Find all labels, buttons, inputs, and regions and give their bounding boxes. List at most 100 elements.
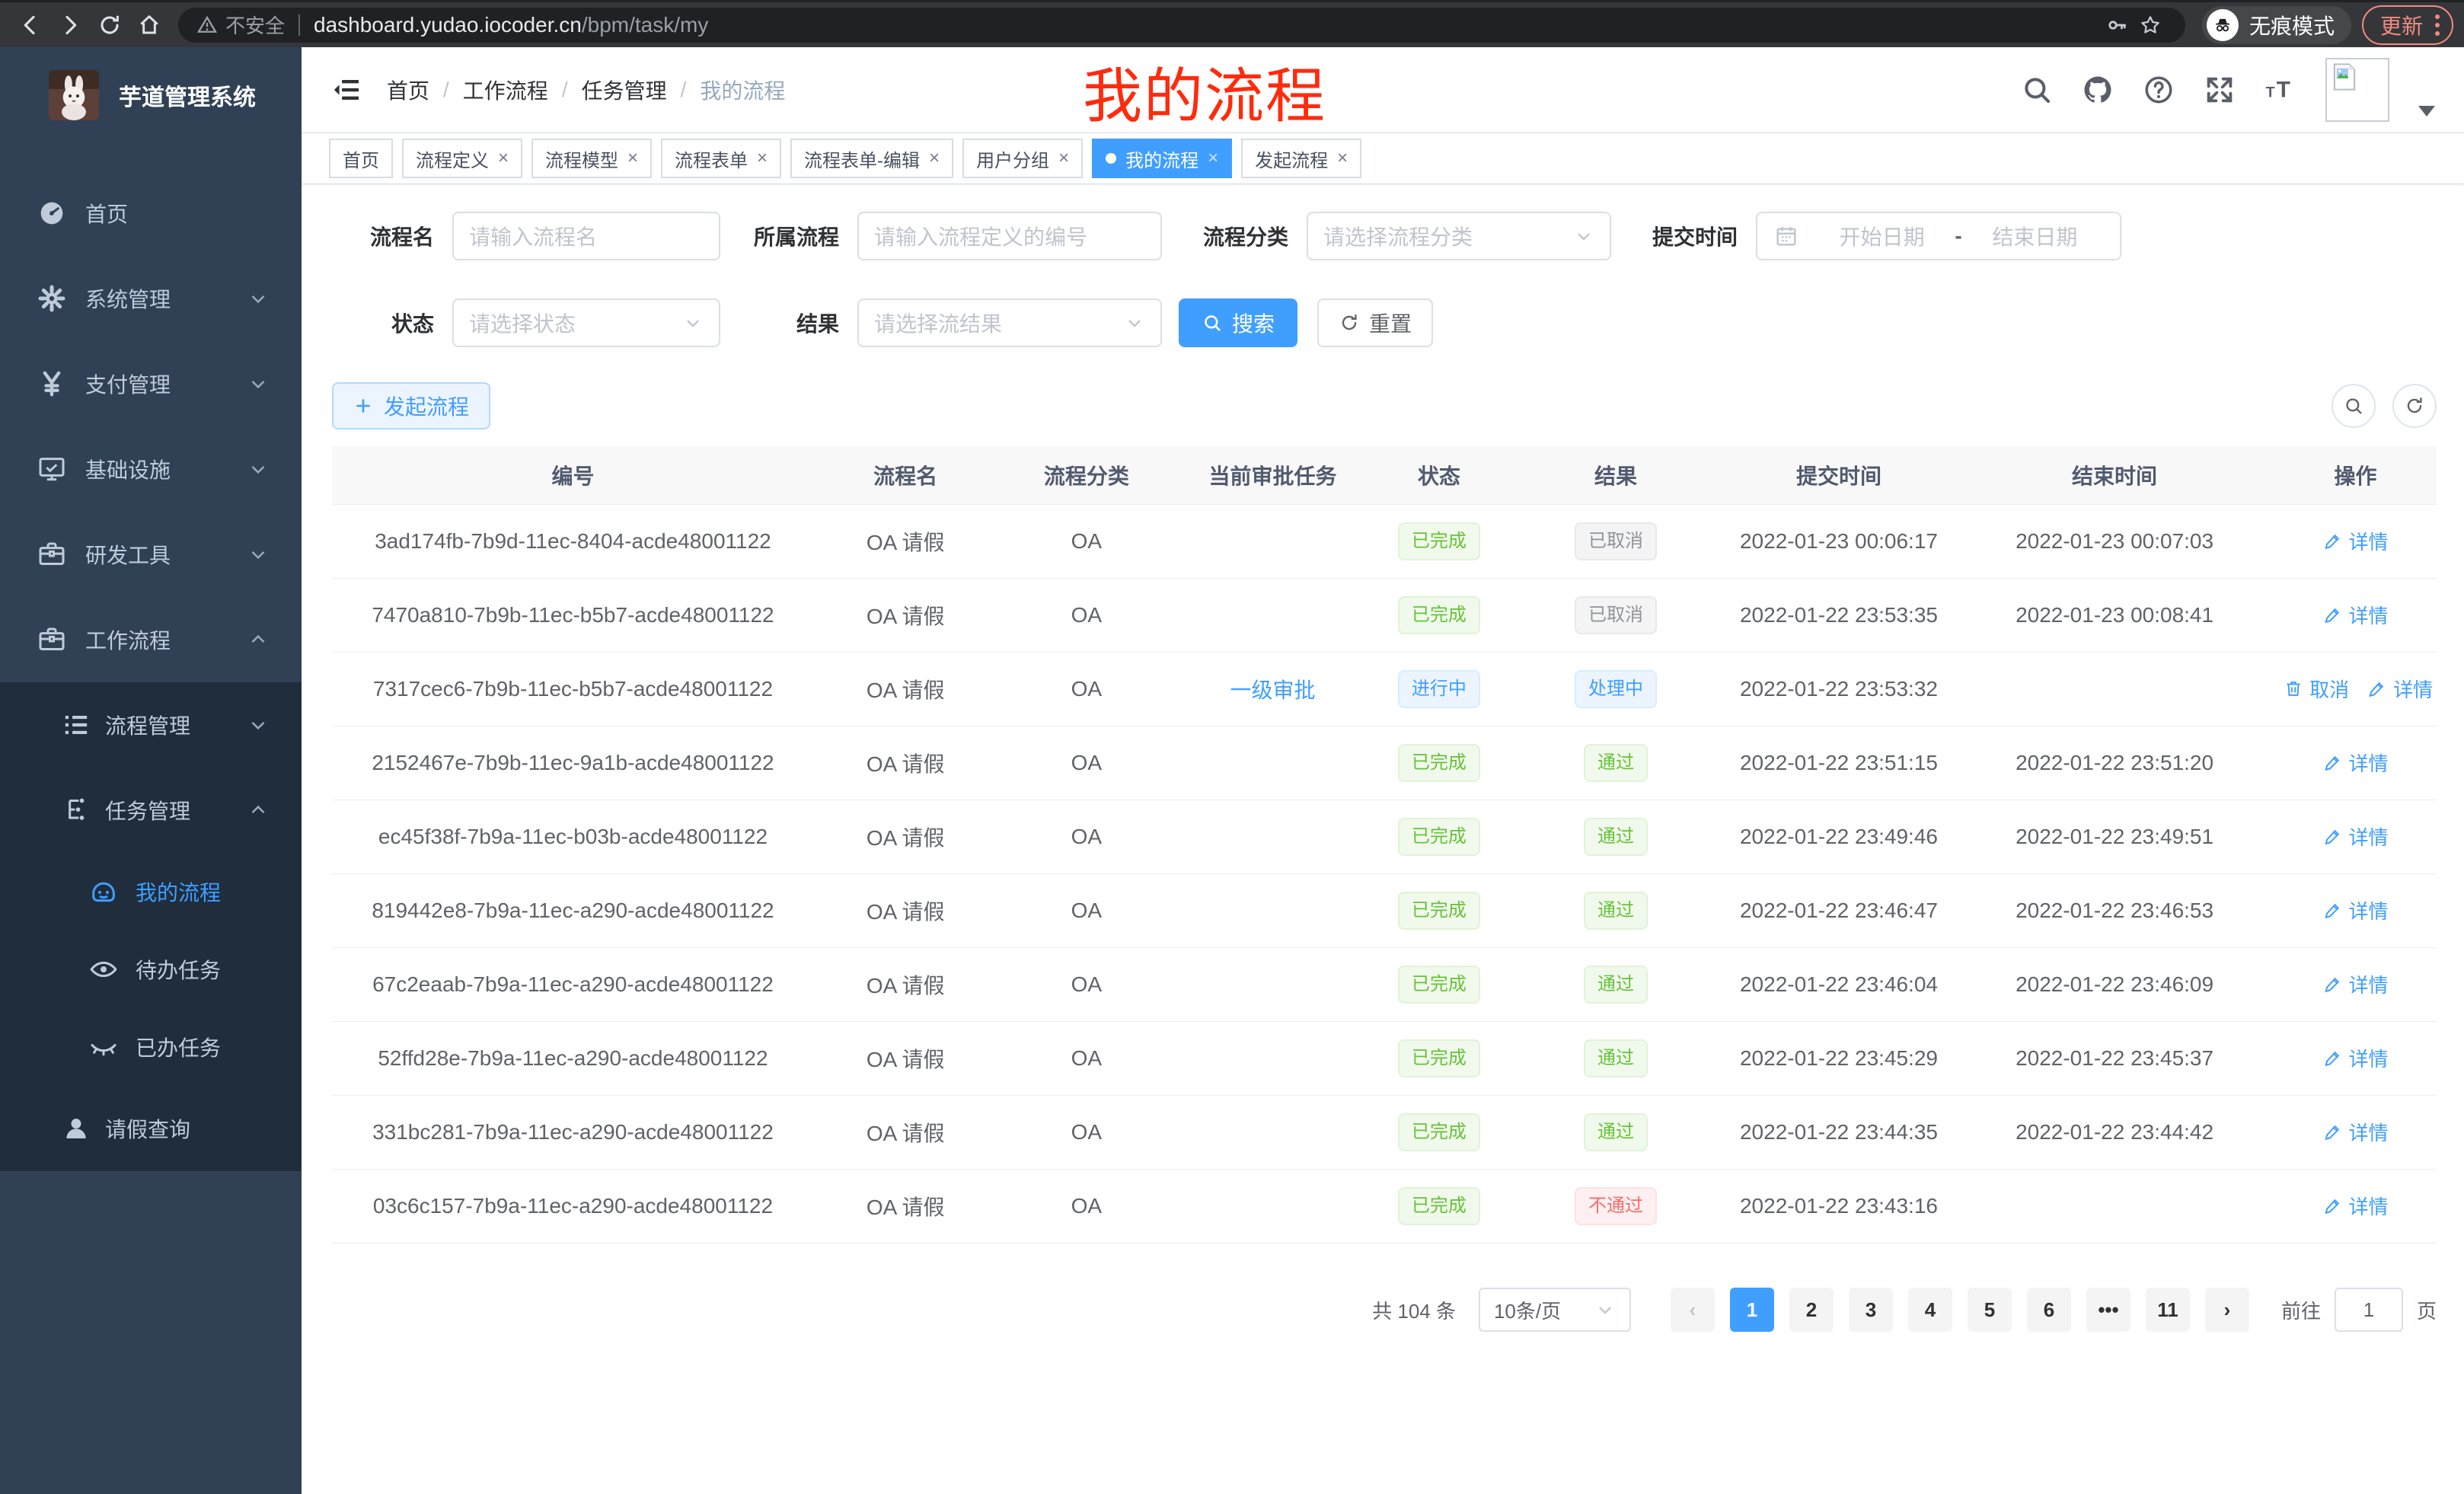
page-button-1[interactable]: 1 bbox=[1730, 1288, 1774, 1332]
action-detail-link[interactable]: 详情 bbox=[2367, 675, 2433, 703]
reload-icon[interactable] bbox=[90, 5, 129, 45]
avatar-dropdown-caret[interactable] bbox=[2418, 106, 2435, 117]
security-label[interactable]: 不安全 bbox=[225, 11, 285, 39]
page-button-5[interactable]: 5 bbox=[1968, 1288, 2012, 1332]
sidebar-item-8[interactable]: 我的流程 bbox=[0, 853, 302, 931]
page-button-6[interactable]: 6 bbox=[2027, 1288, 2071, 1332]
tab-7[interactable]: 发起流程× bbox=[1241, 139, 1361, 178]
page-button-2[interactable]: 2 bbox=[1789, 1288, 1834, 1332]
create-process-button[interactable]: 发起流程 bbox=[332, 382, 490, 429]
action-label: 详情 bbox=[2349, 1118, 2389, 1146]
action-detail-link[interactable]: 详情 bbox=[2323, 1192, 2389, 1220]
goto-page-input[interactable]: 1 bbox=[2335, 1288, 2403, 1332]
update-button[interactable]: 更新 bbox=[2362, 5, 2453, 45]
cell-submit-time: 2022-01-22 23:43:16 bbox=[1723, 1194, 1955, 1218]
back-icon[interactable] bbox=[11, 5, 50, 45]
sidebar-item-9[interactable]: 待办任务 bbox=[0, 931, 302, 1008]
cell-result: 通过 bbox=[1508, 1113, 1723, 1151]
action-detail-link[interactable]: 详情 bbox=[2323, 601, 2389, 629]
tab-3[interactable]: 流程表单× bbox=[661, 139, 781, 178]
current-task-link[interactable]: 一级审批 bbox=[1230, 678, 1315, 702]
sidebar-item-2[interactable]: 支付管理 bbox=[0, 341, 302, 426]
sidebar-item-0[interactable]: 首页 bbox=[0, 171, 302, 256]
sidebar-item-3[interactable]: 基础设施 bbox=[0, 426, 302, 512]
action-cancel-link[interactable]: 取消 bbox=[2284, 675, 2349, 703]
navbar: 首页/工作流程/任务管理/我的流程 TT bbox=[302, 47, 2464, 132]
bookmark-star-icon[interactable] bbox=[2134, 8, 2167, 42]
forward-icon[interactable] bbox=[50, 5, 90, 45]
tab-label: 流程定义 bbox=[416, 145, 489, 172]
address-bar[interactable]: 不安全 dashboard.yudao.iocoder.cn/bpm/task/… bbox=[178, 8, 2185, 43]
breadcrumb-item-2[interactable]: 任务管理 bbox=[582, 75, 667, 105]
tab-1[interactable]: 流程定义 × bbox=[402, 139, 522, 178]
sidebar-item-7[interactable]: 任务管理 bbox=[0, 768, 302, 853]
tab-5[interactable]: 用户分组× bbox=[962, 139, 1083, 178]
refresh-button[interactable] bbox=[2392, 384, 2437, 428]
home-icon[interactable] bbox=[129, 5, 169, 45]
cell-category: OA bbox=[997, 1120, 1176, 1144]
browser-menu-icon[interactable] bbox=[2435, 14, 2440, 36]
page-button-4[interactable]: 4 bbox=[1908, 1288, 1952, 1332]
close-icon[interactable]: × bbox=[757, 149, 768, 168]
result-select[interactable]: 请选择流结果 bbox=[857, 298, 1162, 347]
column-header-2: 流程分类 bbox=[997, 460, 1176, 490]
cell-end-time: 2022-01-22 23:46:53 bbox=[1955, 899, 2274, 923]
action-detail-link[interactable]: 详情 bbox=[2323, 749, 2389, 777]
action-detail-link[interactable]: 详情 bbox=[2323, 970, 2389, 998]
reset-button[interactable]: 重置 bbox=[1317, 298, 1433, 347]
action-detail-link[interactable]: 详情 bbox=[2323, 1118, 2389, 1146]
close-icon[interactable]: × bbox=[929, 149, 940, 168]
tab-0[interactable]: 首页 bbox=[329, 139, 393, 178]
search-button[interactable]: 搜索 bbox=[1179, 298, 1297, 347]
status-select[interactable]: 请选择状态 bbox=[452, 298, 720, 347]
action-detail-link[interactable]: 详情 bbox=[2323, 896, 2389, 924]
close-icon[interactable]: × bbox=[1337, 149, 1348, 168]
toggle-search-button[interactable] bbox=[2332, 384, 2376, 428]
filter-label-result: 结果 bbox=[720, 308, 857, 338]
app-logo[interactable]: 芋道管理系统 bbox=[0, 47, 302, 143]
sidebar-item-4[interactable]: 研发工具 bbox=[0, 512, 302, 597]
name-input[interactable]: 请输入流程名 bbox=[452, 212, 720, 260]
tab-4[interactable]: 流程表单-编辑× bbox=[790, 139, 953, 178]
action-detail-link[interactable]: 详情 bbox=[2323, 1044, 2389, 1072]
font-size-icon[interactable]: TT bbox=[2265, 74, 2296, 106]
close-icon[interactable]: × bbox=[1058, 149, 1069, 168]
monitor-icon bbox=[35, 452, 69, 486]
cell-submit-time: 2022-01-22 23:46:04 bbox=[1723, 972, 1955, 997]
action-detail-link[interactable]: 详情 bbox=[2323, 822, 2389, 851]
cell-process-id: 7470a810-7b9b-11ec-b5b7-acde48001122 bbox=[332, 603, 814, 627]
close-icon[interactable]: × bbox=[498, 149, 509, 168]
cell-result: 通过 bbox=[1508, 744, 1723, 782]
tab-6[interactable]: 我的流程× bbox=[1092, 139, 1232, 178]
page-ellipsis[interactable]: ••• bbox=[2086, 1288, 2130, 1332]
sidebar-item-6[interactable]: 流程管理 bbox=[0, 682, 302, 768]
close-icon[interactable]: × bbox=[1208, 149, 1218, 168]
category-select[interactable]: 请选择流程分类 bbox=[1307, 212, 1611, 260]
tab-2[interactable]: 流程模型× bbox=[531, 139, 652, 178]
page-size-select[interactable]: 10条/页 bbox=[1479, 1288, 1631, 1332]
definition-input[interactable]: 请输入流程定义的编号 bbox=[857, 212, 1162, 260]
sidebar-item-10[interactable]: 已办任务 bbox=[0, 1008, 302, 1086]
close-icon[interactable]: × bbox=[627, 149, 638, 168]
page-button-11[interactable]: 11 bbox=[2146, 1288, 2190, 1332]
search-icon[interactable] bbox=[2021, 74, 2053, 106]
key-icon[interactable] bbox=[2100, 8, 2134, 42]
page-button-3[interactable]: 3 bbox=[1849, 1288, 1893, 1332]
fullscreen-icon[interactable] bbox=[2204, 74, 2236, 106]
prev-page-button[interactable]: ‹ bbox=[1671, 1288, 1715, 1332]
cell-submit-time: 2022-01-22 23:46:47 bbox=[1723, 899, 1955, 923]
sidebar-item-1[interactable]: 系统管理 bbox=[0, 256, 302, 341]
help-icon[interactable] bbox=[2143, 74, 2175, 106]
sidebar-item-11[interactable]: 请假查询 bbox=[0, 1086, 302, 1171]
next-page-button[interactable]: › bbox=[2205, 1288, 2249, 1332]
action-detail-link[interactable]: 详情 bbox=[2323, 527, 2389, 555]
collapse-sidebar-icon[interactable] bbox=[330, 74, 362, 106]
github-icon[interactable] bbox=[2082, 74, 2114, 106]
sidebar-item-5[interactable]: 工作流程 bbox=[0, 597, 302, 682]
avatar[interactable] bbox=[2325, 58, 2389, 122]
date-range-picker[interactable]: 开始日期 - 结束日期 bbox=[1756, 212, 2121, 260]
table-row: 52ffd28e-7b9a-11ec-a290-acde48001122OA 请… bbox=[332, 1022, 2437, 1096]
breadcrumb-item-0[interactable]: 首页 bbox=[387, 75, 429, 105]
cell-process-name: OA 请假 bbox=[814, 1191, 997, 1221]
breadcrumb-item-1[interactable]: 工作流程 bbox=[463, 75, 548, 105]
